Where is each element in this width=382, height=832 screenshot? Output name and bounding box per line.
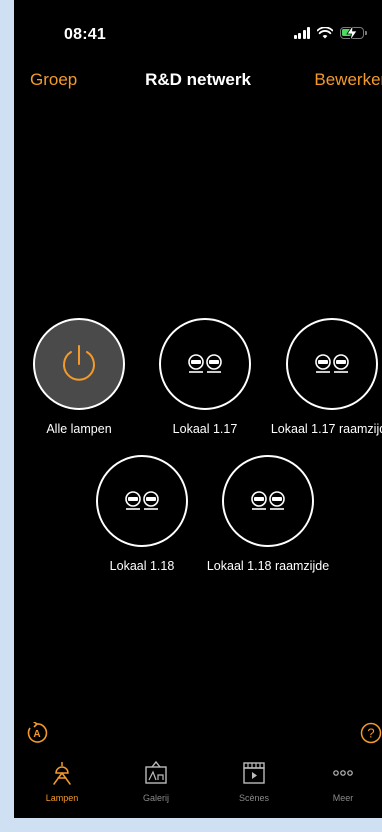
lamp-circle[interactable] bbox=[286, 318, 378, 410]
tab-lampen[interactable]: Lampen bbox=[22, 760, 102, 803]
signal-icon bbox=[293, 27, 310, 39]
status-time: 08:41 bbox=[64, 26, 106, 43]
wifi-icon bbox=[317, 27, 333, 39]
lamp-label: Lokaal 1.18 raamzijde bbox=[206, 559, 330, 573]
auto-mode-icon[interactable]: A bbox=[26, 722, 48, 744]
lamp-label: Lokaal 1.17 bbox=[172, 422, 238, 436]
lamp-circle[interactable] bbox=[96, 455, 188, 547]
tab-label: Scènes bbox=[238, 793, 270, 803]
status-icons bbox=[293, 25, 367, 41]
lamp-label: Alle lampen bbox=[46, 422, 112, 436]
tab-label: Galerij bbox=[142, 793, 169, 803]
tab-bar: Lampen Galerij Scènes Meer bbox=[14, 760, 382, 818]
lamp-tile-lokaal-1-17-raamzijde[interactable]: Lokaal 1.17 raamzijde bbox=[267, 318, 382, 436]
lamp-pair-icon bbox=[125, 491, 159, 510]
lamp-pair-icon bbox=[188, 354, 222, 373]
svg-text:?: ? bbox=[367, 726, 374, 741]
background-strip bbox=[0, 818, 382, 832]
tab-galerij[interactable]: Galerij bbox=[116, 760, 196, 803]
tab-label: Lampen bbox=[45, 793, 79, 803]
lamp-tile-lokaal-1-17[interactable]: Lokaal 1.17 bbox=[140, 318, 270, 436]
nav-bar: Groep R&D netwerk Bewerken bbox=[14, 62, 382, 102]
lamp-circle[interactable] bbox=[159, 318, 251, 410]
edit-button[interactable]: Bewerken bbox=[314, 70, 382, 90]
help-icon[interactable]: ? bbox=[360, 722, 382, 744]
lamp-label: Lokaal 1.17 raamzijde bbox=[270, 422, 382, 436]
lamp-circle[interactable] bbox=[222, 455, 314, 547]
more-icon bbox=[333, 770, 353, 776]
tab-scenes[interactable]: Scènes bbox=[214, 760, 294, 803]
lamp-tile-lokaal-1-18[interactable]: Lokaal 1.18 bbox=[77, 455, 207, 573]
lamp-pair-icon bbox=[251, 491, 285, 510]
battery-icon bbox=[340, 25, 367, 41]
lamp-pair-icon bbox=[315, 354, 349, 373]
lamp-label: Lokaal 1.18 bbox=[109, 559, 175, 573]
lamp-tile-all[interactable]: Alle lampen bbox=[14, 318, 144, 436]
status-bar: 08:41 bbox=[14, 0, 382, 60]
power-icon bbox=[63, 345, 95, 381]
clapperboard-icon bbox=[243, 762, 265, 784]
lamp-circle[interactable] bbox=[33, 318, 125, 410]
tab-meer[interactable]: Meer bbox=[303, 760, 382, 803]
lamp-icon bbox=[53, 762, 71, 785]
phone-screen: 08:41 Groep R&D netwerk Bewerken bbox=[14, 0, 382, 832]
lamp-tile-lokaal-1-18-raamzijde[interactable]: Lokaal 1.18 raamzijde bbox=[203, 455, 333, 573]
svg-text:A: A bbox=[33, 729, 40, 740]
gallery-icon bbox=[145, 760, 167, 784]
tab-label: Meer bbox=[332, 793, 354, 803]
